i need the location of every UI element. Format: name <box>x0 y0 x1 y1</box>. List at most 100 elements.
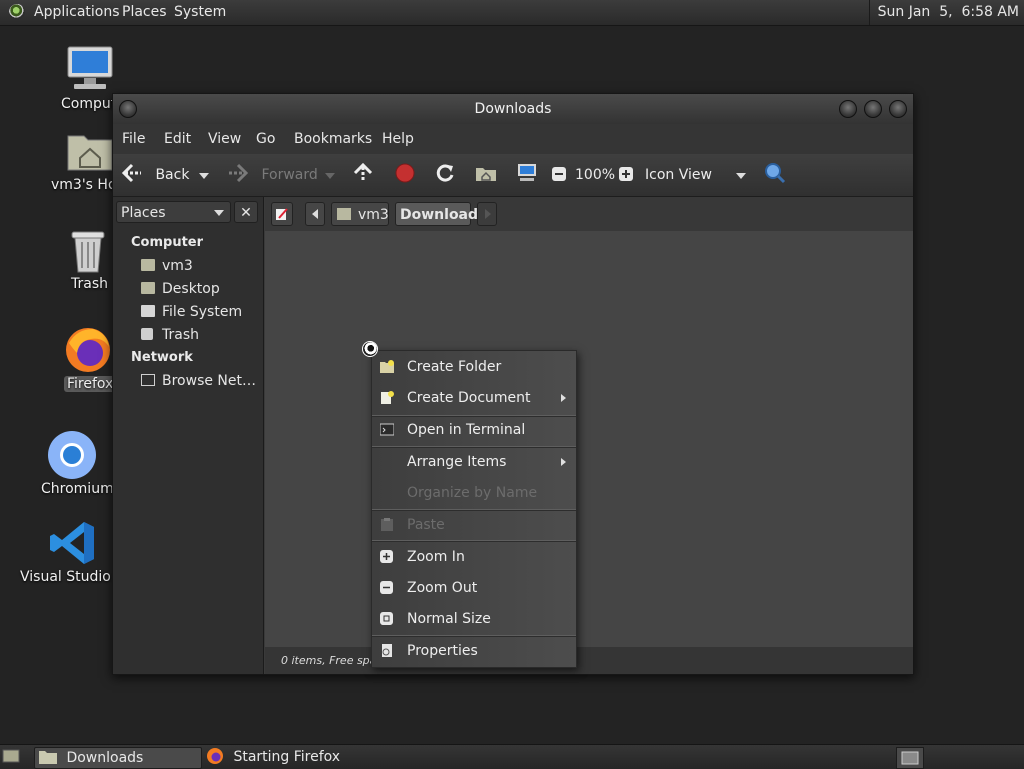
sidebar-item-label: Desktop <box>162 281 220 297</box>
task-starting-firefox[interactable]: Starting Firefox <box>206 747 386 767</box>
home-folder-icon <box>67 135 113 171</box>
minimize-button[interactable] <box>839 100 857 118</box>
sidebar-item-label: vm3 <box>162 258 193 274</box>
open-terminal-item[interactable]: Open in Terminal <box>372 418 576 442</box>
close-button[interactable] <box>889 100 907 118</box>
back-arrow-icon <box>121 163 141 183</box>
maximize-button[interactable] <box>864 100 882 118</box>
zoom-in-icon <box>380 550 393 563</box>
reload-icon <box>436 164 454 182</box>
search-button[interactable] <box>764 154 786 196</box>
sidebar-item-label: Browse Net… <box>162 373 257 389</box>
bottom-panel: Downloads Starting Firefox <box>0 744 1024 769</box>
view-mode-dropdown[interactable] <box>736 154 746 196</box>
zoom-out-button[interactable] <box>551 154 567 196</box>
up-arrow-icon <box>353 162 373 182</box>
view-mode-value: Icon View <box>645 167 712 183</box>
crumb-downloads[interactable]: Downloads <box>395 202 486 226</box>
vscode-icon <box>50 522 94 564</box>
sidebar-item-trash[interactable]: Trash <box>141 327 199 343</box>
folder-icon <box>39 751 57 764</box>
up-button[interactable] <box>353 154 373 196</box>
trash-icon <box>71 231 105 273</box>
menu-file[interactable]: File <box>122 124 145 154</box>
zoom-out-item[interactable]: Zoom Out <box>372 576 576 600</box>
chevron-down-icon <box>736 173 746 179</box>
window-title: Downloads <box>474 101 552 117</box>
sidebar-item-vm3[interactable]: vm3 <box>141 258 193 274</box>
paste-item[interactable]: Paste <box>372 513 576 537</box>
top-panel: Applications Places System Sun Jan 5, 6:… <box>0 0 1024 26</box>
organize-by-name-item[interactable]: Organize by Name <box>372 481 576 505</box>
file-view-area[interactable] <box>265 231 913 647</box>
sidebar-item-label: Trash <box>162 327 199 343</box>
show-desktop-button[interactable] <box>2 747 22 767</box>
edit-location-icon <box>276 208 288 220</box>
window-titlebar[interactable]: Downloads <box>113 94 913 124</box>
sidebar-item-file-system[interactable]: File System <box>141 304 242 320</box>
computer-button[interactable] <box>516 154 538 196</box>
desktop-icon-chromium[interactable]: Chromium <box>22 430 122 497</box>
menu-item-label: Normal Size <box>407 611 491 627</box>
zoom-in-item[interactable]: Zoom In <box>372 545 576 569</box>
sidebar-close-button[interactable]: ✕ <box>234 201 258 223</box>
status-bar: 0 items, Free space <box>265 647 913 674</box>
properties-item[interactable]: Properties <box>372 639 576 663</box>
submenu-arrow-icon <box>561 394 566 402</box>
computer-icon <box>518 164 536 181</box>
desktop-icon-computer[interactable]: Compute <box>40 45 140 112</box>
new-document-icon <box>381 391 394 404</box>
zoom-normal-icon <box>380 612 393 625</box>
forward-arrow-icon <box>229 163 249 183</box>
sidebar-section-network: Network <box>131 350 193 365</box>
chevron-down-icon <box>199 173 209 179</box>
panel-clock[interactable]: Sun Jan 5, 6:58 AM <box>868 0 1024 25</box>
sidebar-item-browse-network[interactable]: Browse Net… <box>141 373 256 389</box>
sidebar-selector[interactable]: Places <box>116 201 231 223</box>
stop-button[interactable] <box>395 154 415 196</box>
crumb-vm3[interactable]: vm3 <box>331 202 389 226</box>
path-scroll-left[interactable] <box>305 202 325 226</box>
zoom-in-icon <box>619 167 633 181</box>
menu-view[interactable]: View <box>208 124 241 154</box>
normal-size-item[interactable]: Normal Size <box>372 607 576 631</box>
create-folder-item[interactable]: Create Folder <box>372 355 576 379</box>
zoom-in-button[interactable] <box>618 154 634 196</box>
firefox-icon <box>207 748 223 764</box>
forward-button[interactable]: Forward <box>227 154 318 196</box>
places-menu[interactable]: Places <box>122 0 167 25</box>
back-history-dropdown[interactable] <box>199 154 209 196</box>
home-button[interactable] <box>475 154 497 196</box>
toolbar: Back Forward 100% Icon View <box>113 154 913 197</box>
search-icon <box>765 163 786 184</box>
desktop-icon-label: Firefox <box>64 376 117 392</box>
menu-item-label: Paste <box>407 517 445 533</box>
path-bar: vm3 Downloads <box>265 197 913 231</box>
task-label: Downloads <box>66 750 144 766</box>
view-mode-select[interactable]: Icon View <box>645 154 712 196</box>
menu-item-label: Open in Terminal <box>407 422 526 438</box>
system-menu[interactable]: System <box>174 0 226 25</box>
back-button[interactable]: Back <box>121 154 189 196</box>
reload-button[interactable] <box>435 154 455 196</box>
sidebar-section-computer: Computer <box>131 235 204 250</box>
location-toggle-button[interactable] <box>271 202 293 226</box>
arrange-items-item[interactable]: Arrange Items <box>372 450 576 474</box>
path-scroll-right[interactable] <box>477 202 497 226</box>
task-downloads[interactable]: Downloads <box>34 747 202 769</box>
menu-help[interactable]: Help <box>382 124 414 154</box>
crumb-label: Downloads <box>400 207 487 223</box>
menu-go[interactable]: Go <box>256 124 275 154</box>
applications-menu[interactable]: Applications <box>34 0 120 25</box>
window-menu-button[interactable] <box>119 100 137 118</box>
menu-separator <box>372 415 576 417</box>
desktop-icon-label: Trash <box>71 276 108 292</box>
applications-logo-icon[interactable] <box>9 4 25 20</box>
create-document-item[interactable]: Create Document <box>372 386 576 410</box>
workspace-switcher[interactable] <box>896 747 924 769</box>
menu-edit[interactable]: Edit <box>164 124 191 154</box>
menu-bookmarks[interactable]: Bookmarks <box>294 124 372 154</box>
sidebar-item-desktop[interactable]: Desktop <box>141 281 220 297</box>
menu-separator <box>372 635 576 637</box>
forward-history-dropdown[interactable] <box>325 154 335 196</box>
